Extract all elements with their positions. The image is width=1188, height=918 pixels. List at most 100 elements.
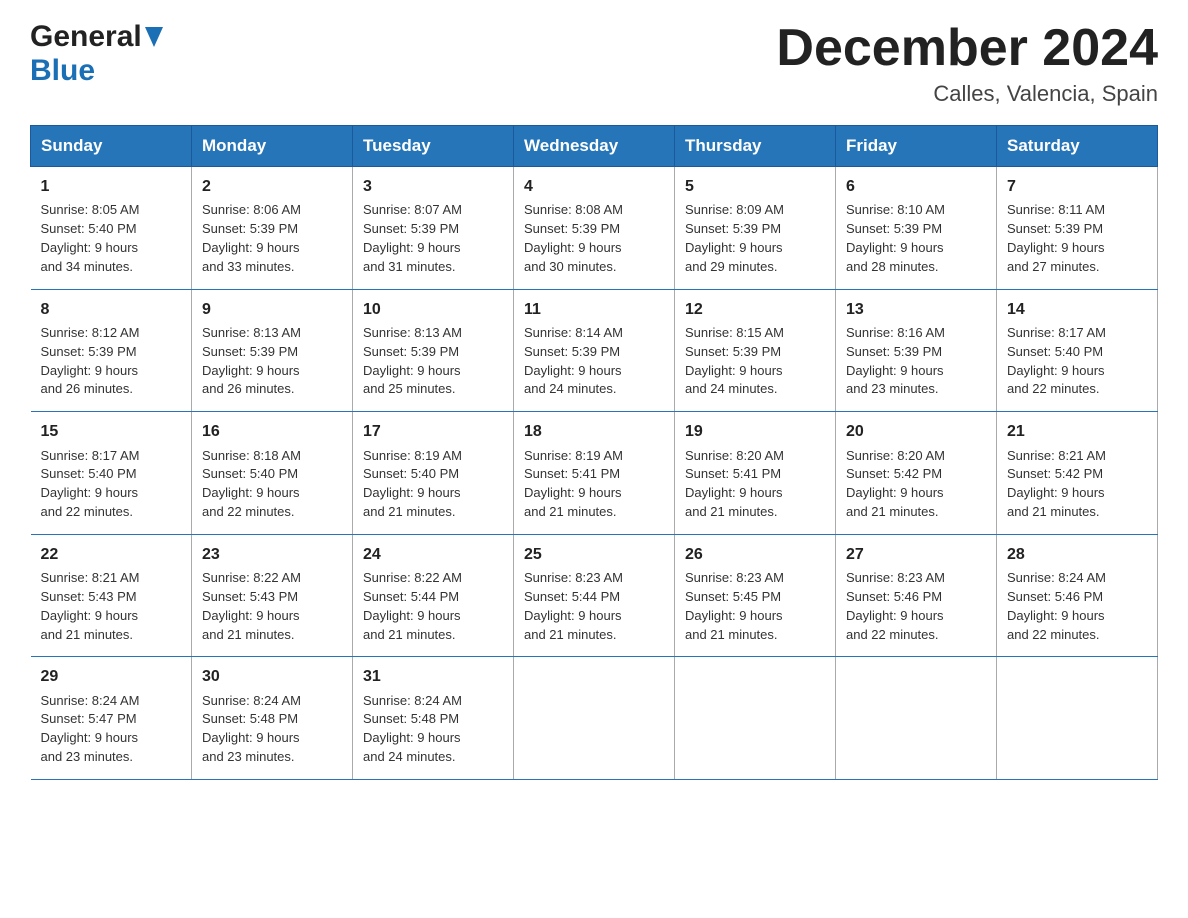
calendar-cell [997, 657, 1158, 780]
calendar-week-row: 22 Sunrise: 8:21 AMSunset: 5:43 PMDayligh… [31, 534, 1158, 657]
day-number: 16 [202, 420, 342, 443]
calendar-cell: 25 Sunrise: 8:23 AMSunset: 5:44 PMDayligh… [514, 534, 675, 657]
calendar-cell [836, 657, 997, 780]
calendar-cell: 23 Sunrise: 8:22 AMSunset: 5:43 PMDayligh… [192, 534, 353, 657]
calendar-cell: 7Sunrise: 8:11 AMSunset: 5:39 PMDaylight… [997, 167, 1158, 290]
day-number: 30 [202, 665, 342, 688]
calendar-cell: 31Sunrise: 8:24 AMSunset: 5:48 PMDayligh… [353, 657, 514, 780]
calendar-cell: 26 Sunrise: 8:23 AMSunset: 5:45 PMDayligh… [675, 534, 836, 657]
day-info: Sunrise: 8:20 AMSunset: 5:42 PMDaylight:… [846, 447, 986, 522]
calendar-cell: 30 Sunrise: 8:24 AMSunset: 5:48 PMDayligh… [192, 657, 353, 780]
calendar-cell: 11 Sunrise: 8:14 AMSunset: 5:39 PMDayligh… [514, 289, 675, 412]
day-info: Sunrise: 8:15 AMSunset: 5:39 PMDaylight:… [685, 324, 825, 399]
calendar-cell: 20 Sunrise: 8:20 AMSunset: 5:42 PMDayligh… [836, 412, 997, 535]
calendar-cell: 8Sunrise: 8:12 AMSunset: 5:39 PMDaylight… [31, 289, 192, 412]
day-info: Sunrise: 8:23 AMSunset: 5:44 PMDaylight:… [524, 569, 664, 644]
logo-general-text: General [30, 20, 142, 54]
calendar-cell: 15Sunrise: 8:17 AMSunset: 5:40 PMDayligh… [31, 412, 192, 535]
calendar-cell: 19 Sunrise: 8:20 AMSunset: 5:41 PMDayligh… [675, 412, 836, 535]
day-number: 19 [685, 420, 825, 443]
day-info: Sunrise: 8:12 AMSunset: 5:39 PMDaylight:… [41, 324, 182, 399]
day-number: 6 [846, 175, 986, 198]
calendar-cell: 14 Sunrise: 8:17 AMSunset: 5:40 PMDayligh… [997, 289, 1158, 412]
location-title: Calles, Valencia, Spain [776, 81, 1158, 107]
calendar-cell: 3 Sunrise: 8:07 AMSunset: 5:39 PMDaylight… [353, 167, 514, 290]
calendar-cell [675, 657, 836, 780]
calendar-cell: 18 Sunrise: 8:19 AMSunset: 5:41 PMDayligh… [514, 412, 675, 535]
day-number: 9 [202, 298, 342, 321]
day-info: Sunrise: 8:16 AMSunset: 5:39 PMDaylight:… [846, 324, 986, 399]
calendar-cell: 13Sunrise: 8:16 AMSunset: 5:39 PMDayligh… [836, 289, 997, 412]
calendar-cell: 5Sunrise: 8:09 AMSunset: 5:39 PMDaylight… [675, 167, 836, 290]
day-number: 2 [202, 175, 342, 198]
day-number: 12 [685, 298, 825, 321]
day-number: 4 [524, 175, 664, 198]
day-info: Sunrise: 8:05 AMSunset: 5:40 PMDaylight:… [41, 201, 182, 276]
day-number: 20 [846, 420, 986, 443]
calendar-cell: 22 Sunrise: 8:21 AMSunset: 5:43 PMDayligh… [31, 534, 192, 657]
calendar-cell: 10 Sunrise: 8:13 AMSunset: 5:39 PMDayligh… [353, 289, 514, 412]
calendar-cell: 21Sunrise: 8:21 AMSunset: 5:42 PMDayligh… [997, 412, 1158, 535]
day-number: 28 [1007, 543, 1147, 566]
day-info: Sunrise: 8:10 AMSunset: 5:39 PMDaylight:… [846, 201, 986, 276]
day-number: 26 [685, 543, 825, 566]
day-number: 22 [41, 543, 182, 566]
calendar-week-row: 1Sunrise: 8:05 AMSunset: 5:40 PMDaylight… [31, 167, 1158, 290]
day-number: 25 [524, 543, 664, 566]
day-number: 10 [363, 298, 503, 321]
day-info: Sunrise: 8:18 AMSunset: 5:40 PMDaylight:… [202, 447, 342, 522]
day-number: 17 [363, 420, 503, 443]
calendar-cell [514, 657, 675, 780]
day-info: Sunrise: 8:06 AMSunset: 5:39 PMDaylight:… [202, 201, 342, 276]
title-block: December 2024 Calles, Valencia, Spain [776, 20, 1158, 107]
calendar-cell: 12 Sunrise: 8:15 AMSunset: 5:39 PMDayligh… [675, 289, 836, 412]
calendar-week-row: 29Sunrise: 8:24 AMSunset: 5:47 PMDayligh… [31, 657, 1158, 780]
day-info: Sunrise: 8:11 AMSunset: 5:39 PMDaylight:… [1007, 201, 1147, 276]
day-info: Sunrise: 8:13 AMSunset: 5:39 PMDaylight:… [202, 324, 342, 399]
day-info: Sunrise: 8:22 AMSunset: 5:43 PMDaylight:… [202, 569, 342, 644]
logo-blue-text: Blue [30, 54, 95, 88]
day-info: Sunrise: 8:23 AMSunset: 5:46 PMDaylight:… [846, 569, 986, 644]
calendar-cell: 2 Sunrise: 8:06 AMSunset: 5:39 PMDaylight… [192, 167, 353, 290]
day-info: Sunrise: 8:14 AMSunset: 5:39 PMDaylight:… [524, 324, 664, 399]
day-number: 3 [363, 175, 503, 198]
day-info: Sunrise: 8:20 AMSunset: 5:41 PMDaylight:… [685, 447, 825, 522]
day-number: 18 [524, 420, 664, 443]
day-info: Sunrise: 8:09 AMSunset: 5:39 PMDaylight:… [685, 201, 825, 276]
column-header-wednesday: Wednesday [514, 126, 675, 167]
day-info: Sunrise: 8:21 AMSunset: 5:43 PMDaylight:… [41, 569, 182, 644]
page-header: General Blue December 2024 Calles, Valen… [30, 20, 1158, 107]
calendar-cell: 27Sunrise: 8:23 AMSunset: 5:46 PMDayligh… [836, 534, 997, 657]
logo: General Blue [30, 20, 165, 88]
calendar-cell: 9 Sunrise: 8:13 AMSunset: 5:39 PMDaylight… [192, 289, 353, 412]
calendar-cell: 17Sunrise: 8:19 AMSunset: 5:40 PMDayligh… [353, 412, 514, 535]
column-header-tuesday: Tuesday [353, 126, 514, 167]
day-info: Sunrise: 8:21 AMSunset: 5:42 PMDaylight:… [1007, 447, 1147, 522]
day-info: Sunrise: 8:17 AMSunset: 5:40 PMDaylight:… [1007, 324, 1147, 399]
calendar-cell: 28 Sunrise: 8:24 AMSunset: 5:46 PMDayligh… [997, 534, 1158, 657]
column-header-monday: Monday [192, 126, 353, 167]
column-header-saturday: Saturday [997, 126, 1158, 167]
day-info: Sunrise: 8:24 AMSunset: 5:47 PMDaylight:… [41, 692, 182, 767]
day-number: 24 [363, 543, 503, 566]
calendar-cell: 6 Sunrise: 8:10 AMSunset: 5:39 PMDaylight… [836, 167, 997, 290]
day-number: 14 [1007, 298, 1147, 321]
day-info: Sunrise: 8:13 AMSunset: 5:39 PMDaylight:… [363, 324, 503, 399]
day-info: Sunrise: 8:08 AMSunset: 5:39 PMDaylight:… [524, 201, 664, 276]
calendar-cell: 16 Sunrise: 8:18 AMSunset: 5:40 PMDayligh… [192, 412, 353, 535]
calendar-cell: 1Sunrise: 8:05 AMSunset: 5:40 PMDaylight… [31, 167, 192, 290]
day-info: Sunrise: 8:23 AMSunset: 5:45 PMDaylight:… [685, 569, 825, 644]
logo-triangle-icon [143, 23, 165, 51]
calendar-week-row: 8Sunrise: 8:12 AMSunset: 5:39 PMDaylight… [31, 289, 1158, 412]
day-info: Sunrise: 8:19 AMSunset: 5:41 PMDaylight:… [524, 447, 664, 522]
column-header-friday: Friday [836, 126, 997, 167]
day-number: 23 [202, 543, 342, 566]
calendar-cell: 4 Sunrise: 8:08 AMSunset: 5:39 PMDaylight… [514, 167, 675, 290]
column-header-sunday: Sunday [31, 126, 192, 167]
day-info: Sunrise: 8:22 AMSunset: 5:44 PMDaylight:… [363, 569, 503, 644]
day-info: Sunrise: 8:07 AMSunset: 5:39 PMDaylight:… [363, 201, 503, 276]
day-number: 11 [524, 298, 664, 321]
day-info: Sunrise: 8:17 AMSunset: 5:40 PMDaylight:… [41, 447, 182, 522]
day-info: Sunrise: 8:24 AMSunset: 5:48 PMDaylight:… [202, 692, 342, 767]
day-info: Sunrise: 8:24 AMSunset: 5:46 PMDaylight:… [1007, 569, 1147, 644]
